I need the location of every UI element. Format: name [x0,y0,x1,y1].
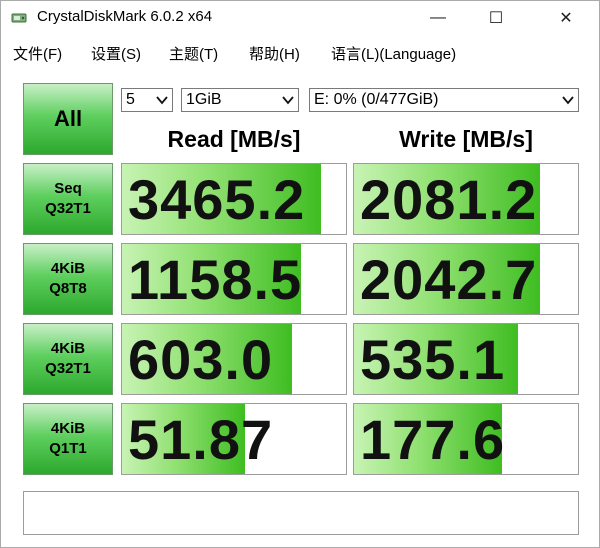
test-count-value: 5 [126,91,135,108]
row-label-line2: Q32T1 [45,360,91,377]
menu-theme[interactable]: 主题(T) [169,43,218,64]
test-size-select[interactable]: 1GiB [181,88,299,112]
read-value: 1158.5 [128,248,303,311]
write-value: 177.6 [360,408,506,471]
row-label-line2: Q32T1 [45,200,91,217]
read-value: 3465.2 [128,168,306,231]
row-label-line1: Seq [54,180,82,197]
read-result-4kib-q1t1: 51.87 [121,403,347,475]
menu-bar: 文件(F) 设置(S) 主题(T) 帮助(H) 语言(L)(Language) [1,37,599,67]
write-result-4kib-q8t8: 2042.7 [353,243,579,315]
menu-help[interactable]: 帮助(H) [249,43,300,64]
minimize-button[interactable]: — [415,1,461,35]
write-result-seq-q32t1: 2081.2 [353,163,579,235]
chevron-down-icon [282,96,294,105]
all-button[interactable]: All [23,83,113,155]
row-label-line1: 4KiB [50,260,86,277]
read-result-4kib-q8t8: 1158.5 [121,243,347,315]
disk-icon [11,13,27,23]
title-bar[interactable]: CrystalDiskMark 6.0.2 x64 — ☐ ✕ [1,1,599,35]
read-result-seq-q32t1: 3465.2 [121,163,347,235]
test-size-value: 1GiB [186,91,222,108]
write-value: 535.1 [360,328,506,391]
write-value: 2081.2 [360,168,538,231]
write-value: 2042.7 [360,248,538,311]
close-icon: ✕ [559,10,573,27]
read-value: 51.87 [128,408,274,471]
row-label-line1: 4KiB [50,420,86,437]
write-result-4kib-q32t1: 535.1 [353,323,579,395]
menu-language[interactable]: 语言(L)(Language) [331,43,456,64]
row-label-line2: Q1T1 [49,440,87,457]
write-result-4kib-q1t1: 177.6 [353,403,579,475]
menu-settings[interactable]: 设置(S) [91,43,141,64]
test-count-select[interactable]: 5 [121,88,173,112]
window-title: CrystalDiskMark 6.0.2 x64 [37,8,213,25]
app-window: CrystalDiskMark 6.0.2 x64 — ☐ ✕ 文件(F) 设置… [0,0,600,548]
status-comment-box[interactable] [23,491,579,535]
row-label-line1: 4KiB [50,340,86,357]
write-column-header: Write [MB/s] [399,126,533,152]
minimize-icon: — [430,9,446,26]
read-column-header: Read [MB/s] [167,126,301,152]
row-label-line2: Q8T8 [49,280,87,297]
4kib-q32t1-button[interactable]: 4KiB Q32T1 [23,323,113,395]
read-result-4kib-q32t1: 603.0 [121,323,347,395]
4kib-q1t1-button[interactable]: 4KiB Q1T1 [23,403,113,475]
4kib-q8t8-button[interactable]: 4KiB Q8T8 [23,243,113,315]
benchmark-panel: All 5 1GiB E: 0% (0/477GiB) Read [MB/s] … [1,69,599,547]
chevron-down-icon [156,96,168,105]
maximize-icon: ☐ [488,10,504,27]
seq-q32t1-button[interactable]: Seq Q32T1 [23,163,113,235]
menu-file[interactable]: 文件(F) [13,43,62,64]
read-value: 603.0 [128,328,274,391]
chevron-down-icon [562,96,574,105]
drive-value: E: 0% (0/477GiB) [314,91,439,108]
close-button[interactable]: ✕ [543,1,589,35]
maximize-button[interactable]: ☐ [473,1,519,35]
drive-select[interactable]: E: 0% (0/477GiB) [309,88,579,112]
